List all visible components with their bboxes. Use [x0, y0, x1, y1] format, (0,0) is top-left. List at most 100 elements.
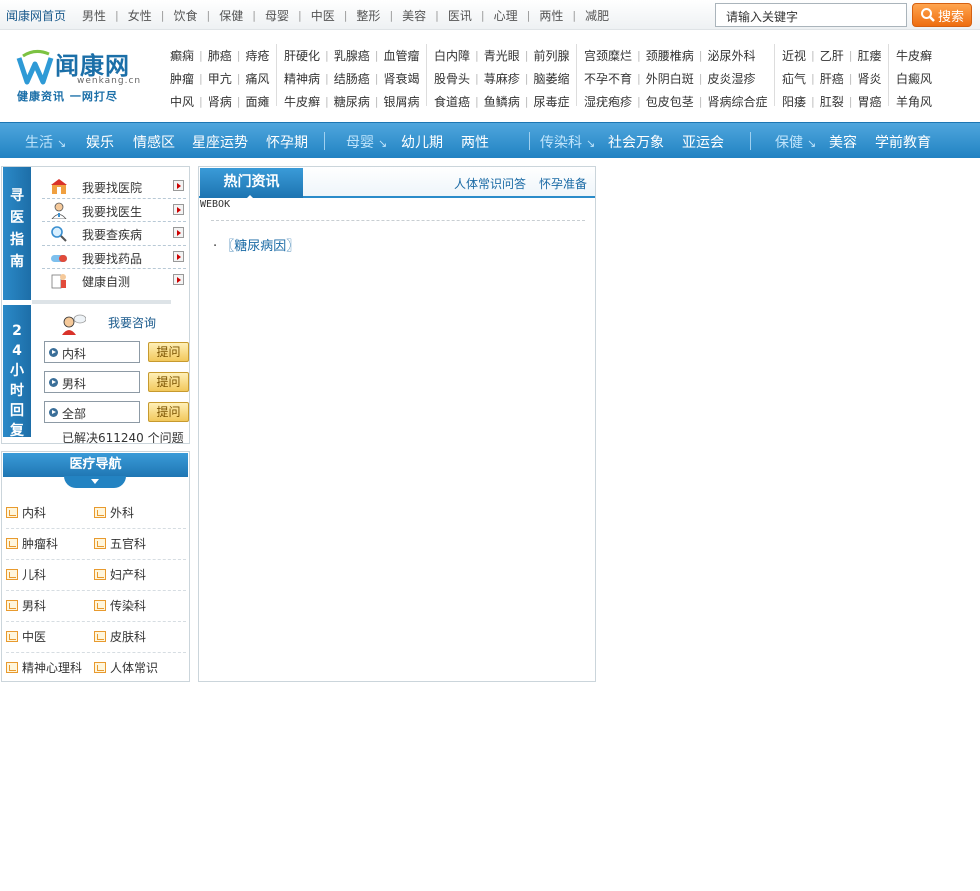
find-doctor-item[interactable]: 我要找医生	[42, 199, 186, 222]
disease-link[interactable]: 肾病	[208, 93, 232, 110]
site-logo[interactable]: 闻康网 wenkang.cn 健康资讯 一网打尽	[15, 44, 155, 103]
disease-link[interactable]: 肝硬化	[284, 47, 320, 64]
disease-link[interactable]: 甲亢	[208, 70, 232, 87]
disease-link[interactable]: 肝癌	[820, 70, 844, 87]
disease-link[interactable]: 痔疮	[245, 47, 269, 64]
medical-nav-item[interactable]: 内科	[6, 504, 46, 521]
medical-nav-item[interactable]: 皮肤科	[94, 628, 146, 645]
medical-nav-item[interactable]: 五官科	[94, 535, 146, 552]
nav-item[interactable]: 学前教育	[875, 132, 931, 152]
disease-link[interactable]: 癫痫	[170, 47, 194, 64]
disease-link[interactable]: 肛瘘	[857, 47, 881, 64]
disease-link[interactable]: 荨麻疹	[484, 70, 520, 87]
medical-nav-item[interactable]: 妇产科	[94, 566, 146, 583]
find-hospital-item[interactable]: 我要找医院	[42, 175, 186, 199]
nav-category[interactable]: 传染科 ↘	[540, 132, 595, 152]
disease-link[interactable]: 包皮包茎	[646, 93, 694, 110]
disease-link[interactable]: 牛皮癣	[284, 93, 320, 110]
nav-category[interactable]: 保健 ↘	[775, 132, 816, 152]
disease-link[interactable]: 不孕不育	[584, 70, 632, 87]
find-medicine-item[interactable]: 我要找药品	[42, 246, 186, 269]
top-nav-item[interactable]: 中医	[311, 7, 335, 24]
disease-link[interactable]: 白内障	[434, 47, 470, 64]
disease-link[interactable]: 疝气	[782, 70, 806, 87]
disease-link[interactable]: 中风	[170, 93, 194, 110]
medical-nav-item[interactable]: 男科	[6, 597, 46, 614]
disease-link[interactable]: 阳痿	[782, 93, 806, 110]
department-select[interactable]: 男科	[44, 371, 140, 393]
self-test-item[interactable]: 健康自测	[42, 269, 186, 293]
disease-link[interactable]: 银屑病	[383, 93, 419, 110]
search-input[interactable]: 请输入关键字	[715, 3, 907, 27]
ask-button[interactable]: 提问	[148, 372, 189, 392]
ask-button[interactable]: 提问	[148, 402, 189, 422]
nav-item[interactable]: 美容	[829, 132, 857, 152]
disease-link[interactable]: 湿疣疱疹	[584, 93, 632, 110]
news-item-link[interactable]: 〖糖尿病因〗	[221, 239, 299, 254]
nav-item[interactable]: 亚运会	[682, 132, 724, 152]
top-nav-item[interactable]: 医讯	[448, 7, 472, 24]
disease-link[interactable]: 颈腰椎病	[646, 47, 694, 64]
news-link[interactable]: 怀孕准备	[539, 175, 587, 192]
disease-link[interactable]: 肾病综合症	[707, 93, 767, 110]
disease-link[interactable]: 胃癌	[857, 93, 881, 110]
disease-link[interactable]: 肾衰竭	[383, 70, 419, 87]
disease-link[interactable]: 糖尿病	[334, 93, 370, 110]
department-select[interactable]: 全部	[44, 401, 140, 423]
department-select[interactable]: 内科	[44, 341, 140, 363]
disease-link[interactable]: 皮炎湿疹	[707, 70, 755, 87]
disease-link[interactable]: 青光眼	[484, 47, 520, 64]
nav-item[interactable]: 娱乐	[86, 132, 114, 152]
tab-hot-news[interactable]: 热门资讯	[200, 168, 303, 200]
nav-item[interactable]: 怀孕期	[266, 132, 308, 152]
top-nav-item[interactable]: 女性	[128, 7, 152, 24]
news-link[interactable]: 人体常识问答	[454, 175, 526, 192]
top-nav-item[interactable]: 心理	[494, 7, 518, 24]
medical-nav-item[interactable]: 中医	[6, 628, 46, 645]
top-nav-item[interactable]: 减肥	[585, 7, 609, 24]
disease-link[interactable]: 肿瘤	[170, 70, 194, 87]
disease-link[interactable]: 脑萎缩	[533, 70, 569, 87]
medical-nav-item[interactable]: 精神心理科	[6, 659, 82, 676]
search-button[interactable]: 搜索	[912, 3, 972, 27]
disease-link[interactable]: 乙肝	[820, 47, 844, 64]
disease-link[interactable]: 肺癌	[208, 47, 232, 64]
disease-link[interactable]: 近视	[782, 47, 806, 64]
disease-link[interactable]: 面瘫	[245, 93, 269, 110]
disease-link[interactable]: 股骨头	[434, 70, 470, 87]
find-disease-item[interactable]: 我要查疾病	[42, 222, 186, 246]
top-nav-home[interactable]: 闻康网首页	[6, 7, 66, 24]
medical-nav-item[interactable]: 传染科	[94, 597, 146, 614]
medical-nav-item[interactable]: 肿瘤科	[6, 535, 58, 552]
disease-link[interactable]: 泌尿外科	[707, 47, 755, 64]
nav-item[interactable]: 星座运势	[192, 132, 248, 152]
disease-link[interactable]: 羊角风	[896, 93, 932, 110]
disease-link[interactable]: 肛裂	[820, 93, 844, 110]
disease-link[interactable]: 宫颈糜烂	[584, 47, 632, 64]
disease-link[interactable]: 尿毒症	[533, 93, 569, 110]
disease-link[interactable]: 食道癌	[434, 93, 470, 110]
ask-button[interactable]: 提问	[148, 342, 189, 362]
nav-item[interactable]: 社会万象	[608, 132, 664, 152]
top-nav-item[interactable]: 两性	[539, 7, 563, 24]
disease-link[interactable]: 结肠癌	[334, 70, 370, 87]
disease-link[interactable]: 外阴白斑	[646, 70, 694, 87]
consult-link[interactable]: 我要咨询	[60, 313, 160, 337]
top-nav-item[interactable]: 保健	[219, 7, 243, 24]
nav-item[interactable]: 情感区	[133, 132, 175, 152]
top-nav-item[interactable]: 男性	[82, 7, 106, 24]
disease-link[interactable]: 鱼鳞病	[484, 93, 520, 110]
disease-link[interactable]: 牛皮癣	[896, 47, 932, 64]
disease-link[interactable]: 肾炎	[857, 70, 881, 87]
top-nav-item[interactable]: 母婴	[265, 7, 289, 24]
disease-link[interactable]: 前列腺	[533, 47, 569, 64]
top-nav-item[interactable]: 美容	[402, 7, 426, 24]
top-nav-item[interactable]: 饮食	[173, 7, 197, 24]
nav-item[interactable]: 两性	[461, 132, 489, 152]
disease-link[interactable]: 血管瘤	[383, 47, 419, 64]
nav-item[interactable]: 幼儿期	[401, 132, 443, 152]
nav-category[interactable]: 生活 ↘	[25, 132, 66, 152]
disease-link[interactable]: 痛风	[245, 70, 269, 87]
medical-nav-item[interactable]: 外科	[94, 504, 134, 521]
medical-nav-item[interactable]: 儿科	[6, 566, 46, 583]
